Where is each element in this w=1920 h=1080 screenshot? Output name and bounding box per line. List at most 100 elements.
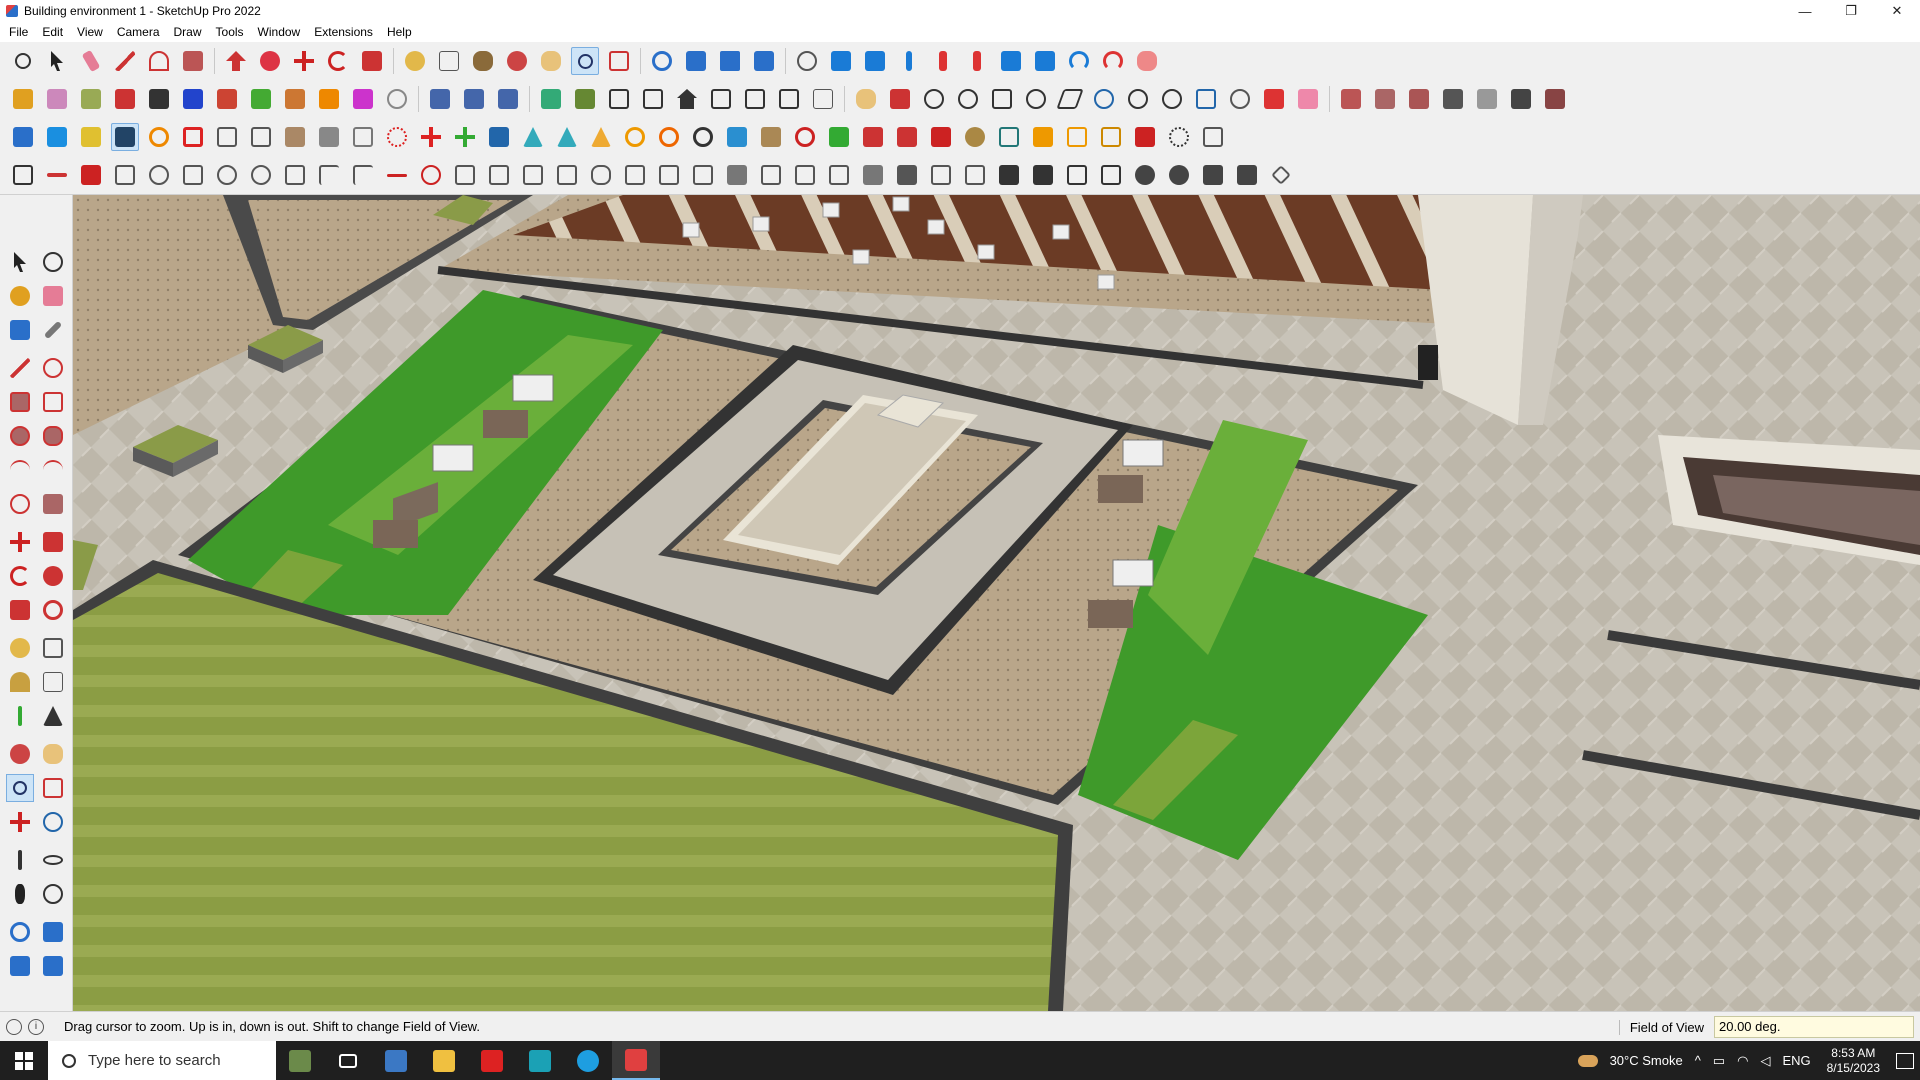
axes-side-icon[interactable] bbox=[6, 702, 34, 730]
normal-push-pull-icon[interactable] bbox=[1473, 85, 1501, 113]
zoom-extents-icon[interactable] bbox=[9, 47, 37, 75]
cone-2-icon[interactable] bbox=[553, 123, 581, 151]
section-cut-icon[interactable] bbox=[460, 85, 488, 113]
geo-location-icon[interactable] bbox=[6, 1018, 22, 1035]
spiral-icon[interactable] bbox=[689, 123, 717, 151]
eraser-icon[interactable] bbox=[77, 47, 105, 75]
grating-icon[interactable] bbox=[995, 161, 1023, 189]
orange-curve-icon[interactable] bbox=[145, 123, 173, 151]
menu-draw[interactable]: Draw bbox=[167, 25, 209, 39]
rotate-tool-icon[interactable] bbox=[324, 47, 352, 75]
magnet-icon[interactable] bbox=[791, 123, 819, 151]
shaded-icon[interactable] bbox=[639, 85, 667, 113]
eraser-pink-icon[interactable] bbox=[1294, 85, 1322, 113]
calculator-app-icon[interactable] bbox=[372, 1041, 420, 1080]
leaf-icon[interactable] bbox=[621, 161, 649, 189]
chamfer-icon[interactable] bbox=[417, 161, 445, 189]
fins-icon[interactable] bbox=[1063, 161, 1091, 189]
arc2-side-icon[interactable] bbox=[39, 456, 67, 484]
sphere-grid-icon[interactable] bbox=[1131, 161, 1159, 189]
polygon-tool-icon[interactable] bbox=[988, 85, 1016, 113]
paint-bucket-icon[interactable] bbox=[469, 47, 497, 75]
array-icon[interactable] bbox=[893, 123, 921, 151]
pan-side-icon[interactable] bbox=[39, 740, 67, 768]
warehouse-icon[interactable] bbox=[648, 47, 676, 75]
network-icon[interactable]: ▭ bbox=[1713, 1053, 1725, 1069]
spline-icon[interactable] bbox=[1124, 85, 1152, 113]
zoom-extents-side-icon[interactable] bbox=[6, 808, 34, 836]
sketchup-taskbar-icon[interactable] bbox=[612, 1041, 660, 1080]
acrobat-app-icon[interactable] bbox=[468, 1041, 516, 1080]
arrows-icon[interactable] bbox=[757, 161, 785, 189]
path-icon[interactable] bbox=[9, 161, 37, 189]
circle-tool-icon[interactable] bbox=[920, 85, 948, 113]
polygon-side-icon[interactable] bbox=[39, 422, 67, 450]
shaded-texture-icon[interactable] bbox=[707, 85, 735, 113]
axis-red-icon[interactable] bbox=[145, 85, 173, 113]
pie-side-icon[interactable] bbox=[6, 490, 34, 518]
plane-icon[interactable] bbox=[111, 161, 139, 189]
bucket-icon[interactable] bbox=[757, 123, 785, 151]
explode-icon[interactable] bbox=[1131, 123, 1159, 151]
undo-icon[interactable] bbox=[1065, 47, 1093, 75]
freehand-icon[interactable] bbox=[1158, 85, 1186, 113]
menu-file[interactable]: File bbox=[2, 25, 35, 39]
helix-icon[interactable] bbox=[621, 123, 649, 151]
section-side-icon[interactable] bbox=[39, 880, 67, 908]
green-bars-icon[interactable] bbox=[825, 123, 853, 151]
red-pencil-icon[interactable] bbox=[886, 85, 914, 113]
protractor-side-icon[interactable] bbox=[6, 668, 34, 696]
flip-edge-icon[interactable] bbox=[1031, 47, 1059, 75]
hidden-line-icon[interactable] bbox=[605, 85, 633, 113]
ramp-icon[interactable] bbox=[485, 161, 513, 189]
extension-warehouse-icon[interactable] bbox=[682, 47, 710, 75]
taskbar-search[interactable]: Type here to search bbox=[48, 1041, 276, 1080]
fx-icon[interactable] bbox=[809, 85, 837, 113]
wifi-icon[interactable]: ◠ bbox=[1737, 1053, 1748, 1069]
curve-icon[interactable] bbox=[383, 85, 411, 113]
measurement-value-input[interactable]: 20.00 deg. bbox=[1714, 1016, 1914, 1038]
zoom-extents-2-icon[interactable] bbox=[605, 47, 633, 75]
rotate-side-icon[interactable] bbox=[6, 562, 34, 590]
bezier-icon[interactable] bbox=[1090, 85, 1118, 113]
pyramid-icon[interactable] bbox=[587, 123, 615, 151]
text-tool-icon[interactable] bbox=[435, 47, 463, 75]
sphere-grid-2-icon[interactable] bbox=[1165, 161, 1193, 189]
bezier-red-icon[interactable] bbox=[1260, 85, 1288, 113]
red-box-icon[interactable] bbox=[927, 123, 955, 151]
grid-square-icon[interactable] bbox=[213, 123, 241, 151]
circle-side-icon[interactable] bbox=[6, 422, 34, 450]
cloud-icon[interactable] bbox=[145, 161, 173, 189]
move-tool-icon[interactable] bbox=[290, 47, 318, 75]
outer-shell-icon[interactable] bbox=[111, 85, 139, 113]
tag-icon[interactable] bbox=[852, 85, 880, 113]
position-camera-side-icon[interactable] bbox=[6, 846, 34, 874]
clock[interactable]: 8:53 AM 8/15/2023 bbox=[1827, 1046, 1880, 1076]
chevron-up-icon[interactable]: ^ bbox=[1695, 1053, 1701, 1068]
task-view-icon[interactable] bbox=[324, 1041, 372, 1080]
weather-icon[interactable] bbox=[1577, 1054, 1598, 1067]
mirror-icon[interactable] bbox=[859, 123, 887, 151]
language-indicator[interactable]: ENG bbox=[1782, 1053, 1810, 1068]
text-side-icon[interactable] bbox=[39, 668, 67, 696]
warehouse-side-icon[interactable] bbox=[6, 918, 34, 946]
oval-tool-icon[interactable] bbox=[1022, 85, 1050, 113]
section-fill-icon[interactable] bbox=[494, 85, 522, 113]
select-icon[interactable] bbox=[6, 248, 34, 276]
window-icon[interactable] bbox=[995, 123, 1023, 151]
arc-tool-icon[interactable] bbox=[145, 47, 173, 75]
stamp-icon[interactable] bbox=[929, 47, 957, 75]
scale-tool-icon[interactable] bbox=[358, 47, 386, 75]
3d-text-side-icon[interactable] bbox=[39, 702, 67, 730]
scale-side-icon[interactable] bbox=[6, 596, 34, 624]
curvizard-icon[interactable] bbox=[1226, 85, 1254, 113]
parallelogram-icon[interactable] bbox=[1056, 85, 1084, 113]
push-pull-side-icon[interactable] bbox=[39, 528, 67, 556]
gear-icon[interactable] bbox=[961, 123, 989, 151]
block-icon[interactable] bbox=[859, 161, 887, 189]
diamond-icon[interactable] bbox=[1267, 161, 1295, 189]
sketchup-teal-app-icon[interactable] bbox=[516, 1041, 564, 1080]
pan-tool-icon[interactable] bbox=[537, 47, 565, 75]
fins-2-icon[interactable] bbox=[1097, 161, 1125, 189]
menu-edit[interactable]: Edit bbox=[35, 25, 70, 39]
